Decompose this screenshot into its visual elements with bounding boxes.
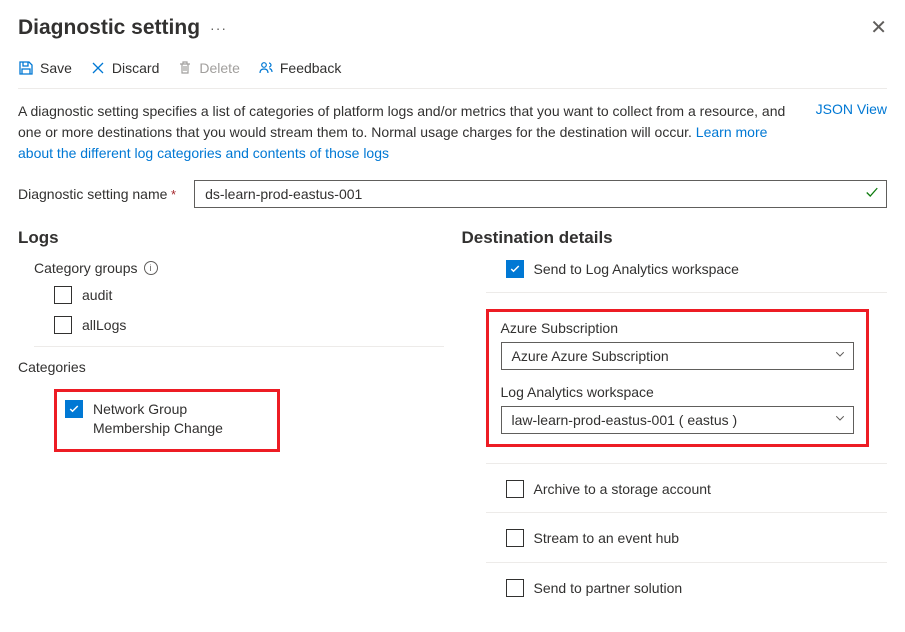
feedback-button[interactable]: Feedback xyxy=(258,60,341,76)
archive-divider-top xyxy=(486,463,888,464)
discard-label: Discard xyxy=(112,60,159,76)
subscription-label: Azure Subscription xyxy=(501,320,855,336)
name-field-row: Diagnostic setting name * xyxy=(18,180,887,208)
name-input-wrap xyxy=(194,180,887,208)
feedback-icon xyxy=(258,60,274,76)
subscription-select[interactable]: Azure Azure Subscription xyxy=(501,342,855,370)
workspace-label: Log Analytics workspace xyxy=(501,384,855,400)
save-icon xyxy=(18,60,34,76)
description-part1: A diagnostic setting specifies a list of… xyxy=(18,103,785,140)
alllogs-label[interactable]: allLogs xyxy=(82,316,126,334)
header-title-group: Diagnostic setting ··· xyxy=(18,16,227,40)
send-law-checkbox[interactable] xyxy=(506,260,524,278)
delete-icon xyxy=(177,60,193,76)
save-button[interactable]: Save xyxy=(18,60,72,76)
workspace-value: law-learn-prod-eastus-001 ( eastus ) xyxy=(512,412,738,428)
diagnostic-name-input[interactable] xyxy=(194,180,887,208)
stream-row: Stream to an event hub xyxy=(462,529,888,547)
audit-label[interactable]: audit xyxy=(82,286,112,304)
archive-label[interactable]: Archive to a storage account xyxy=(534,480,711,498)
required-asterisk: * xyxy=(171,187,176,202)
categories-label: Categories xyxy=(18,359,444,375)
network-group-checkbox[interactable] xyxy=(65,400,83,418)
stream-divider-top xyxy=(486,512,888,513)
category-groups-label: Category groups i xyxy=(18,260,444,276)
description-row: A diagnostic setting specifies a list of… xyxy=(18,101,887,164)
partner-label[interactable]: Send to partner solution xyxy=(534,579,683,597)
close-icon[interactable]: ✕ xyxy=(870,18,887,38)
feedback-label: Feedback xyxy=(280,60,341,76)
archive-checkbox[interactable] xyxy=(506,480,524,498)
destination-title: Destination details xyxy=(462,228,888,248)
law-divider xyxy=(486,292,888,293)
info-icon[interactable]: i xyxy=(144,261,158,275)
content-columns: Logs Category groups i audit allLogs Cat… xyxy=(18,228,887,601)
partner-row: Send to partner solution xyxy=(462,579,888,597)
stream-label[interactable]: Stream to an event hub xyxy=(534,529,680,547)
subscription-select-wrap: Azure Azure Subscription xyxy=(501,342,855,370)
alllogs-row: allLogs xyxy=(18,316,444,334)
category-groups-text: Category groups xyxy=(34,260,138,276)
stream-checkbox[interactable] xyxy=(506,529,524,547)
workspace-select-wrap: law-learn-prod-eastus-001 ( eastus ) xyxy=(501,406,855,434)
send-law-label[interactable]: Send to Log Analytics workspace xyxy=(534,260,739,278)
panel-header: Diagnostic setting ··· ✕ xyxy=(18,16,887,40)
description-text: A diagnostic setting specifies a list of… xyxy=(18,101,788,164)
network-group-row: Network Group Membership Change xyxy=(65,400,261,436)
categories-highlight-box: Network Group Membership Change xyxy=(54,389,280,451)
archive-row: Archive to a storage account xyxy=(462,480,888,498)
name-label: Diagnostic setting name xyxy=(18,186,167,202)
alllogs-checkbox[interactable] xyxy=(54,316,72,334)
check-icon xyxy=(865,186,879,203)
json-view-link[interactable]: JSON View xyxy=(816,101,887,164)
audit-row: audit xyxy=(18,286,444,304)
save-label: Save xyxy=(40,60,72,76)
audit-checkbox[interactable] xyxy=(54,286,72,304)
delete-label: Delete xyxy=(199,60,239,76)
name-label-wrap: Diagnostic setting name * xyxy=(18,186,176,202)
partner-checkbox[interactable] xyxy=(506,579,524,597)
subscription-value: Azure Azure Subscription xyxy=(512,348,669,364)
discard-icon xyxy=(90,60,106,76)
send-law-row: Send to Log Analytics workspace xyxy=(462,260,888,278)
logs-title: Logs xyxy=(18,228,444,248)
logs-column: Logs Category groups i audit allLogs Cat… xyxy=(18,228,444,601)
toolbar: Save Discard Delete Feedback xyxy=(18,60,887,89)
logs-divider xyxy=(34,346,444,347)
workspace-select[interactable]: law-learn-prod-eastus-001 ( eastus ) xyxy=(501,406,855,434)
destination-highlight-box: Azure Subscription Azure Azure Subscript… xyxy=(486,309,870,447)
more-icon[interactable]: ··· xyxy=(210,20,227,36)
page-title: Diagnostic setting xyxy=(18,16,200,40)
law-section: Send to Log Analytics workspace Azure Su… xyxy=(462,260,888,447)
partner-divider-top xyxy=(486,562,888,563)
destination-column: Destination details Send to Log Analytic… xyxy=(462,228,888,601)
discard-button[interactable]: Discard xyxy=(90,60,159,76)
network-group-label[interactable]: Network Group Membership Change xyxy=(93,400,261,436)
delete-button: Delete xyxy=(177,60,239,76)
